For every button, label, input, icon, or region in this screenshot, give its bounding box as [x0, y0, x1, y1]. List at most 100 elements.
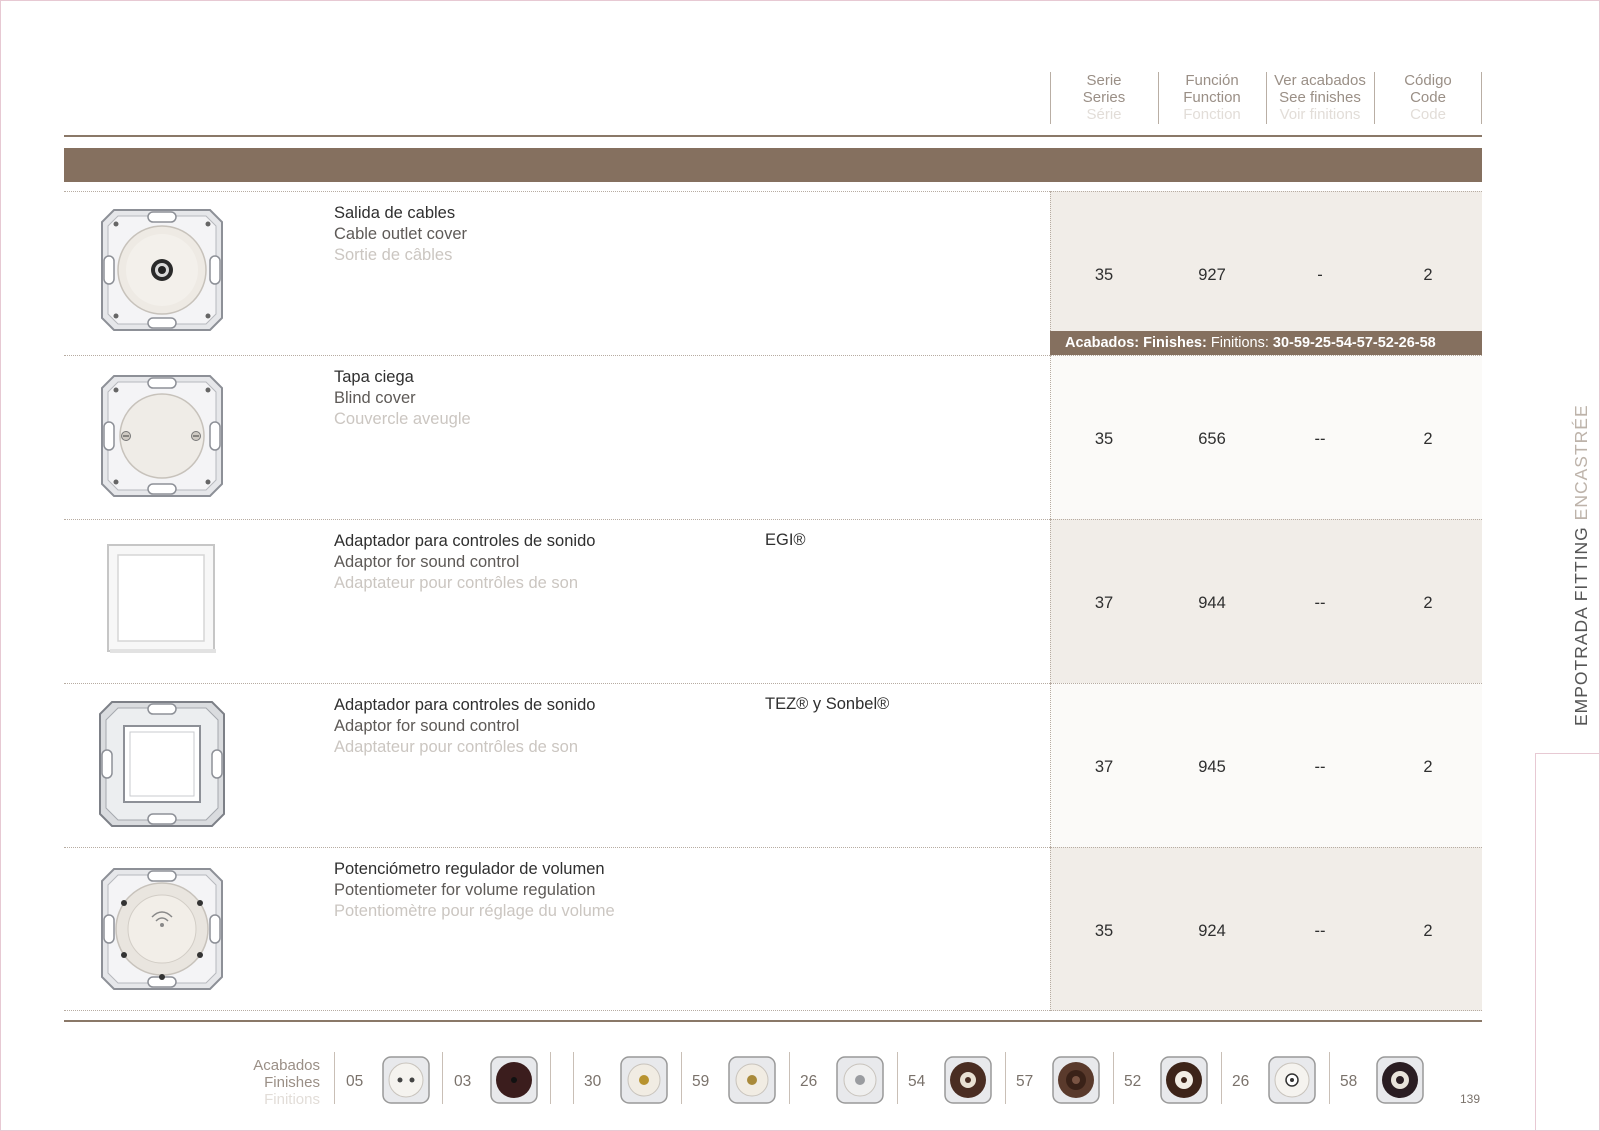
product-name-es: Salida de cables — [334, 204, 456, 222]
silver-knob-icon — [836, 1056, 884, 1104]
finish-separator — [1329, 1052, 1330, 1104]
finish-code: 59 — [692, 1073, 710, 1090]
finishes-bar-es: Acabados: — [1065, 335, 1140, 351]
finish-separator — [789, 1052, 790, 1104]
side-tab-dark: EMPOTRADA FITTING — [1571, 526, 1591, 726]
header-acabados-es: Ver acabados — [1274, 72, 1366, 89]
finish-item: 57 — [1010, 1052, 1116, 1108]
product-name-fr: Sortie de câbles — [334, 246, 453, 264]
finish-code: 03 — [454, 1073, 472, 1090]
cell-serie: 37 — [1094, 758, 1114, 776]
cell-codigo: 2 — [1423, 922, 1433, 940]
product-description: Tapa ciega Blind cover Couvercle aveugle — [334, 367, 471, 430]
finish-item: 54 — [902, 1052, 1008, 1108]
product-name-es: Potenciómetro regulador de volumen — [334, 860, 605, 878]
finishes-footer-en: Finishes — [264, 1074, 320, 1091]
finish-code: 57 — [1016, 1073, 1034, 1090]
top-rule — [64, 135, 1482, 137]
brown-ring-icon — [944, 1056, 992, 1104]
cell-funcion: 924 — [1198, 922, 1226, 940]
product-description: Adaptador para controles de sonido Adapt… — [334, 531, 595, 594]
product-name-fr: Adaptateur pour contrôles de son — [334, 574, 578, 592]
finishes-footer-label: Acabados Finishes Finitions — [230, 1057, 320, 1108]
header-funcion-es: Función — [1185, 72, 1239, 89]
header-codigo-es: Código — [1404, 72, 1452, 89]
finishes-bar: Acabados: Finishes: Finitions: 30-59-25-… — [1050, 331, 1482, 355]
cell-codigo: 2 — [1423, 594, 1433, 612]
product-name-fr: Couvercle aveugle — [334, 410, 471, 428]
cell-acabados: -- — [1314, 594, 1326, 612]
product-name-es: Tapa ciega — [334, 368, 414, 386]
finish-code: 05 — [346, 1073, 364, 1090]
finish-code: 54 — [908, 1073, 926, 1090]
header-funcion-en: Function — [1183, 89, 1241, 106]
bottom-rule — [64, 1020, 1482, 1022]
adaptor-frame-image — [107, 544, 216, 653]
finishes-footer-fr: Finitions — [264, 1091, 320, 1108]
header-codigo: Código Code Code — [1374, 72, 1482, 124]
row-divider — [64, 355, 1482, 356]
header-codigo-en: Code — [1410, 89, 1446, 106]
finish-item: 52 — [1118, 1052, 1224, 1108]
header-serie-es: Serie — [1086, 72, 1122, 89]
cell-codigo: 2 — [1423, 758, 1433, 776]
product-description: Adaptador para controles de sonido Adapt… — [334, 695, 595, 758]
product-name-en: Potentiometer for volume regulation — [334, 881, 596, 899]
page-number: 139 — [1460, 1092, 1481, 1106]
adaptor-metal-frame-image — [99, 701, 225, 827]
cell-funcion: 945 — [1198, 758, 1226, 776]
row-divider — [64, 683, 1482, 684]
finish-item: 59 — [686, 1052, 792, 1108]
section-band — [64, 148, 1482, 182]
cable-outlet-image — [101, 209, 223, 331]
finish-item: 26 — [1226, 1052, 1332, 1108]
product-name-fr: Adaptateur pour contrôles de son — [334, 738, 578, 756]
finish-separator — [334, 1052, 335, 1104]
header-serie-en: Series — [1082, 89, 1126, 106]
header-funcion: Función Function Fonction — [1158, 72, 1266, 124]
header-acabados: Ver acabados See finishes Voir finitions — [1266, 72, 1374, 124]
brown-white-ring-icon — [1160, 1056, 1208, 1104]
cell-acabados: -- — [1314, 758, 1326, 776]
product-description: Salida de cables Cable outlet cover Sort… — [334, 203, 467, 266]
row-divider — [64, 519, 1482, 520]
product-name-en: Adaptor for sound control — [334, 717, 520, 735]
row-divider — [64, 847, 1482, 848]
cell-acabados: - — [1317, 266, 1323, 284]
finishes-footer-es: Acabados — [253, 1057, 320, 1074]
product-brand: TEZ® y Sonbel® — [765, 695, 890, 713]
cell-codigo: 2 — [1423, 266, 1433, 284]
product-brand: EGI® — [765, 531, 806, 549]
cell-funcion: 927 — [1198, 266, 1226, 284]
cell-serie: 37 — [1094, 594, 1114, 612]
finish-code: 58 — [1340, 1073, 1358, 1090]
finish-separator — [550, 1052, 551, 1104]
product-name-es: Adaptador para controles de sonido — [334, 532, 596, 550]
finishes-bar-fr: Finitions: — [1210, 335, 1269, 351]
blind-cover-image — [101, 375, 223, 497]
header-funcion-fr: Fonction — [1183, 106, 1241, 123]
cell-acabados: -- — [1314, 922, 1326, 940]
product-name-en: Cable outlet cover — [334, 225, 467, 243]
finish-item: 03 — [448, 1052, 554, 1108]
cell-serie: 35 — [1094, 430, 1114, 448]
header-separator — [1481, 72, 1482, 124]
finish-code: 26 — [800, 1073, 818, 1090]
header-serie-fr: Série — [1086, 106, 1122, 123]
finish-code: 52 — [1124, 1073, 1142, 1090]
product-name-en: Adaptor for sound control — [334, 553, 520, 571]
finish-separator — [1113, 1052, 1114, 1104]
header-acabados-fr: Voir finitions — [1279, 106, 1361, 123]
finish-item: 30 — [578, 1052, 684, 1108]
side-tab-label: EMPOTRADA FITTING ENCASTRÉE — [1571, 404, 1592, 726]
cell-serie: 35 — [1094, 922, 1114, 940]
finish-separator — [681, 1052, 682, 1104]
white-socket-icon — [382, 1056, 430, 1104]
cell-codigo: 2 — [1423, 430, 1433, 448]
finish-separator — [897, 1052, 898, 1104]
finish-item: 05 — [340, 1052, 446, 1108]
finish-code: 26 — [1232, 1073, 1250, 1090]
side-tab-light: ENCASTRÉE — [1571, 404, 1591, 521]
header-codigo-fr: Code — [1410, 106, 1446, 123]
gold-knob-light-icon — [728, 1056, 776, 1104]
